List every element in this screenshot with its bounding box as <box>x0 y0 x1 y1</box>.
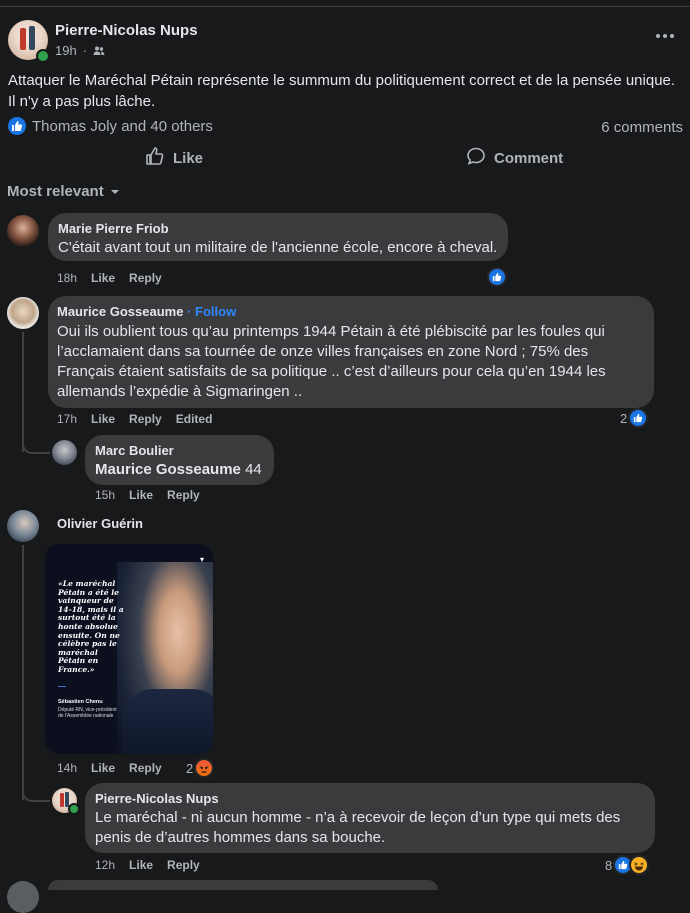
reply-reply-button[interactable]: Reply <box>167 488 200 502</box>
comment-actions: 18h Like Reply <box>57 271 162 285</box>
post-text-line-1: Attaquer le Maréchal Pétain représente l… <box>8 72 676 89</box>
like-reaction-icon <box>487 267 507 287</box>
post-text-line-2: Il n'y a pas plus lâche. <box>8 93 156 110</box>
reaction-count: 8 <box>605 857 613 873</box>
image-quote-text: «Le maréchal Pétain a été le vainqueur d… <box>58 579 124 674</box>
comment-edited-label[interactable]: Edited <box>176 412 213 426</box>
reply-reaction-badge[interactable]: 8 <box>605 855 650 875</box>
online-status-dot <box>68 803 80 815</box>
reply-author[interactable]: Pierre-Nicolas Nups <box>95 791 219 806</box>
post-timestamp[interactable]: 19h <box>55 43 77 58</box>
follow-link[interactable]: · Follow <box>187 304 236 319</box>
image-person-role: Député RN, vice-président de l'Assemblée… <box>58 707 117 719</box>
comment-reaction-badge[interactable]: 2 <box>186 758 215 778</box>
comment-button[interactable]: Comment <box>466 146 563 170</box>
comment-author[interactable]: Maurice Gosseaume <box>57 304 183 319</box>
image-quote-divider <box>58 686 66 687</box>
reply-actions: 12h Like Reply <box>95 858 200 872</box>
reply-text: 44 <box>240 461 262 478</box>
comment-time[interactable]: 18h <box>57 271 77 285</box>
reaction-count: 2 <box>620 410 628 426</box>
reply-like-button[interactable]: Like <box>129 858 153 872</box>
reply-like-button[interactable]: Like <box>129 488 153 502</box>
like-button[interactable]: Like <box>145 146 203 170</box>
haha-reaction-icon <box>629 855 650 875</box>
comment-avatar[interactable] <box>7 297 39 329</box>
comment-text: C'était avant tout un militaire de l'anc… <box>58 239 498 256</box>
next-comment-peek <box>48 880 438 890</box>
comment-time[interactable]: 14h <box>57 761 77 775</box>
angry-reaction-icon <box>194 758 215 778</box>
mention-link[interactable]: Maurice Gosseaume <box>95 461 241 478</box>
comment-reply-button[interactable]: Reply <box>129 412 162 426</box>
reactions-text[interactable]: Thomas Joly and 40 others <box>32 118 213 135</box>
image-logo-mark: ▾ <box>200 555 205 564</box>
like-button-label: Like <box>173 149 204 167</box>
comment-reply-button[interactable]: Reply <box>129 271 162 285</box>
post-author-name[interactable]: Pierre-Nicolas Nups <box>55 22 198 39</box>
comment-bubble-icon <box>466 146 486 170</box>
comment-like-button[interactable]: Like <box>91 761 115 775</box>
friends-audience-icon <box>93 45 105 57</box>
reply-thread-line <box>22 332 24 452</box>
comment-reply-button[interactable]: Reply <box>129 761 162 775</box>
reply-avatar[interactable] <box>52 440 77 465</box>
reaction-count: 2 <box>186 760 194 776</box>
reply-bubble: Pierre-Nicolas Nups Le maréchal - ni auc… <box>85 783 655 853</box>
image-suit <box>123 689 213 754</box>
comment-actions: 14h Like Reply <box>57 761 162 775</box>
comment-time[interactable]: 17h <box>57 412 77 426</box>
dot-separator: · <box>82 43 88 58</box>
reply-actions: 15h Like Reply <box>95 488 200 502</box>
comment-bubble: Maurice Gosseaume · Follow Oui ils oubli… <box>48 296 654 408</box>
post-text: Attaquer le Maréchal Pétain représente l… <box>8 70 684 112</box>
comment-button-label: Comment <box>494 149 564 167</box>
comment-reaction-badge[interactable] <box>487 267 507 287</box>
like-reaction-icon <box>8 117 26 135</box>
comment-sort-dropdown[interactable]: Most relevant <box>7 183 120 200</box>
reply-thread-connector <box>22 436 50 454</box>
image-person-name: Sébastien Chenu <box>58 699 103 705</box>
comment-reaction-badge[interactable]: 2 <box>620 408 649 428</box>
sort-label: Most relevant <box>7 183 104 200</box>
reply-thread-line <box>22 545 24 800</box>
reply-time[interactable]: 12h <box>95 858 115 872</box>
reply-time[interactable]: 15h <box>95 488 115 502</box>
more-options-icon[interactable] <box>656 34 674 40</box>
comment-text: Oui ils oublient tous qu’au printemps 19… <box>57 323 606 400</box>
comment-like-button[interactable]: Like <box>91 412 115 426</box>
comment-bubble: Marie Pierre Friob C'était avant tout un… <box>48 213 508 261</box>
comments-count[interactable]: 6 comments <box>601 119 683 136</box>
comment-actions: 17h Like Reply Edited <box>57 412 212 426</box>
reactions-summary[interactable]: Thomas Joly and 40 others <box>8 117 213 135</box>
comment-author[interactable]: Marie Pierre Friob <box>58 221 169 236</box>
comment-image[interactable]: «Le maréchal Pétain a été le vainqueur d… <box>45 544 213 754</box>
comment-author[interactable]: Olivier Guérin <box>57 516 143 531</box>
dropdown-caret-icon <box>110 183 120 200</box>
thumb-up-icon <box>145 146 165 170</box>
reply-text: Le maréchal - ni aucun homme - n’a à rec… <box>95 809 621 846</box>
comment-avatar[interactable] <box>7 215 39 247</box>
reply-bubble: Marc Boulier Maurice Gosseaume 44 <box>85 435 274 485</box>
comment-like-button[interactable]: Like <box>91 271 115 285</box>
reply-reply-button[interactable]: Reply <box>167 858 200 872</box>
next-comment-avatar <box>7 881 39 913</box>
comment-avatar[interactable] <box>7 510 39 542</box>
reply-thread-connector <box>22 784 50 802</box>
like-reaction-icon <box>628 408 649 428</box>
top-divider <box>0 6 690 7</box>
reply-author[interactable]: Marc Boulier <box>95 443 174 458</box>
online-status-dot <box>36 49 50 63</box>
